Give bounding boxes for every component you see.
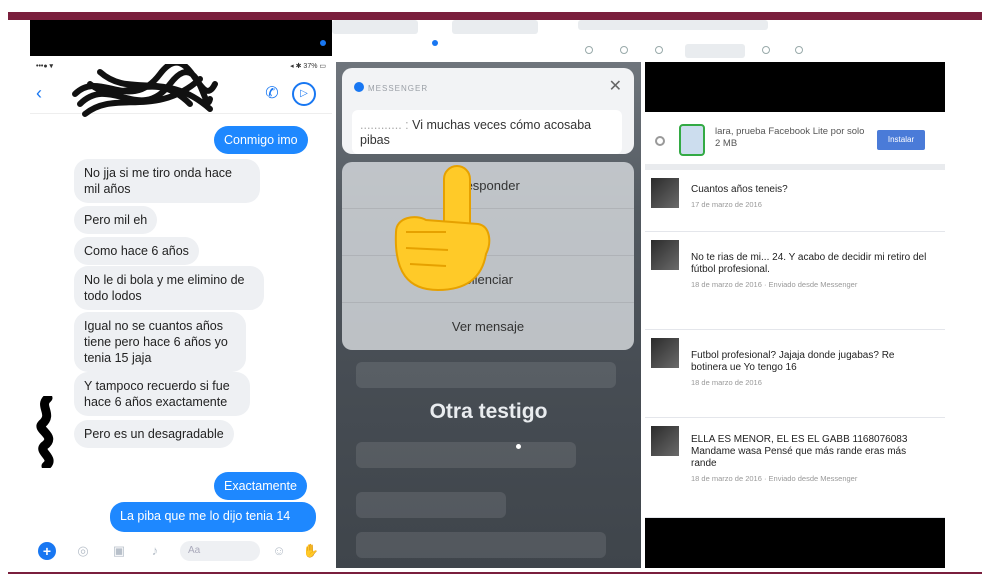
notification-app-label: MESSENGER bbox=[354, 81, 428, 93]
phone-illustration-icon bbox=[679, 124, 705, 156]
redacted-block bbox=[645, 518, 945, 568]
list-item[interactable]: ELLA ES MENOR, EL ES EL GABB 1168076083 … bbox=[645, 418, 945, 518]
message-preview: Futbol profesional? Jajaja donde jugabas… bbox=[691, 350, 931, 389]
blurred-row bbox=[356, 362, 616, 388]
list-item[interactable]: Futbol profesional? Jajaja donde jugabas… bbox=[645, 330, 945, 418]
ad-text: lara, prueba Facebook Lite por solo 2 MB bbox=[715, 126, 865, 149]
message-bubble-incoming: Como hace 6 años bbox=[74, 237, 199, 265]
notification-card[interactable]: MESSENGER ✕ ............ : Vi muchas vec… bbox=[342, 68, 634, 154]
facebook-inbox-panel: lara, prueba Facebook Lite por solo 2 MB… bbox=[645, 62, 945, 568]
mic-icon bbox=[655, 46, 663, 54]
radio-icon[interactable] bbox=[655, 136, 665, 146]
composer-bar: + ◎ ▣ ♪ Aa ☺ ✋ bbox=[30, 534, 332, 568]
messenger-icon bbox=[354, 82, 364, 92]
message-text: No te rias de mi... 24. Y acabo de decid… bbox=[691, 252, 927, 275]
message-preview: Cuantos años teneis? 17 de marzo de 2016 bbox=[691, 184, 931, 211]
send-dot-icon bbox=[320, 40, 326, 46]
avatar bbox=[651, 178, 679, 208]
blurred-row bbox=[356, 442, 576, 468]
redacted-block bbox=[645, 62, 945, 112]
phone-call-icon[interactable]: ✆ bbox=[262, 84, 282, 104]
emoji-icon[interactable]: ☺ bbox=[270, 542, 288, 560]
message-text: Cuantos años teneis? bbox=[691, 184, 788, 195]
photo-icon[interactable]: ▣ bbox=[110, 542, 128, 560]
redaction-scribble bbox=[72, 64, 218, 117]
message-bubble-incoming: No jja si me tiro onda hace mil años bbox=[74, 159, 260, 203]
view-message-action[interactable]: Ver mensaje bbox=[342, 303, 634, 350]
avatar bbox=[651, 426, 679, 456]
redacted-avatar bbox=[36, 396, 54, 468]
message-bubble-outgoing: La piba que me lo dijo tenia 14 bbox=[110, 502, 316, 532]
message-bubble-incoming: Y tampoco recuerdo si fue hace 6 años ex… bbox=[74, 372, 250, 416]
camera-icon[interactable]: ◎ bbox=[74, 542, 92, 560]
message-bubble-incoming: Pero es un desagradable bbox=[74, 420, 234, 448]
install-button[interactable]: Instalar bbox=[877, 130, 925, 150]
message-time: 18 de marzo de 2016 · Enviado desde Mess… bbox=[691, 280, 858, 289]
pointing-up-hand-icon bbox=[394, 165, 491, 292]
messenger-chat-panel: •••● ▾ ◂ ✱ 37% ▭ ‹ ✆ ▷ Conmigo imo No jja… bbox=[30, 56, 332, 568]
redacted-block bbox=[30, 20, 332, 56]
message-bubble-incoming: Igual no se cuantos años tiene pero hace… bbox=[74, 312, 246, 372]
page-dot bbox=[516, 444, 521, 449]
facebook-lite-ad: lara, prueba Facebook Lite por solo 2 MB… bbox=[645, 112, 945, 170]
avatar bbox=[651, 240, 679, 270]
back-icon[interactable]: ‹ bbox=[36, 84, 42, 102]
message-text: ELLA ES MENOR, EL ES EL GABB 1168076083 … bbox=[691, 434, 908, 469]
mic-icon[interactable]: ♪ bbox=[146, 542, 164, 560]
plus-icon[interactable]: + bbox=[38, 542, 56, 560]
close-icon[interactable]: ✕ bbox=[609, 76, 622, 96]
message-bubble-outgoing: Conmigo imo bbox=[214, 126, 308, 154]
send-dot-icon bbox=[432, 40, 438, 46]
blurred-row bbox=[356, 492, 506, 518]
caption-text: Otra testigo bbox=[429, 400, 548, 423]
photo-icon bbox=[620, 46, 628, 54]
chat-header: ‹ ✆ ▷ bbox=[30, 64, 332, 117]
message-bubble-outgoing: Exactamente bbox=[214, 472, 307, 500]
top-accent-bar bbox=[8, 12, 982, 20]
message-bubble-incoming: Pero mil eh bbox=[74, 206, 158, 234]
message-time: 18 de marzo de 2016 bbox=[691, 378, 762, 387]
message-text: Futbol profesional? Jajaja donde jugabas… bbox=[691, 350, 895, 373]
avatar bbox=[651, 338, 679, 368]
message-preview: No te rias de mi... 24. Y acabo de decid… bbox=[691, 252, 931, 291]
message-preview: ELLA ES MENOR, EL ES EL GABB 1168076083 … bbox=[691, 434, 931, 485]
blurred-row bbox=[356, 532, 606, 558]
camera-icon bbox=[585, 46, 593, 54]
cropped-composer-fragment bbox=[685, 44, 745, 58]
cropped-message-fragment bbox=[452, 20, 538, 34]
cropped-message-fragment bbox=[332, 20, 418, 34]
list-item[interactable]: No te rias de mi... 24. Y acabo de decid… bbox=[645, 232, 945, 330]
message-time: 18 de marzo de 2016 · Enviado desde Mess… bbox=[691, 474, 858, 483]
notification-message: ............ : Vi muchas veces cómo acos… bbox=[352, 110, 622, 154]
emoji-icon bbox=[762, 46, 770, 54]
list-item[interactable]: Cuantos años teneis? 17 de marzo de 2016 bbox=[645, 170, 945, 232]
message-bubble-incoming: No le di bola y me elimino de todo lodos bbox=[74, 266, 264, 310]
notification-panel: MESSENGER ✕ ............ : Vi muchas vec… bbox=[336, 62, 641, 568]
like-icon bbox=[795, 46, 803, 54]
cropped-message-fragment bbox=[578, 20, 768, 30]
video-call-icon[interactable]: ▷ bbox=[292, 82, 316, 106]
message-input[interactable]: Aa bbox=[180, 541, 260, 561]
collage: •••● ▾ ◂ ✱ 37% ▭ ‹ ✆ ▷ Conmigo imo No jja… bbox=[0, 0, 982, 574]
message-time: 17 de marzo de 2016 bbox=[691, 200, 762, 209]
like-icon[interactable]: ✋ bbox=[302, 542, 320, 560]
